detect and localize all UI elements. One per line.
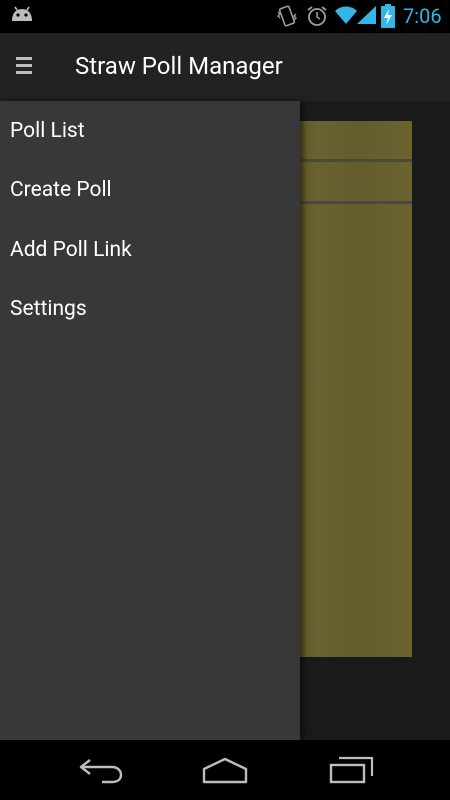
vibrate-icon (277, 5, 297, 27)
drawer-item-label: Settings (10, 297, 87, 321)
drawer-item-add-poll-link[interactable]: Add Poll Link (0, 221, 300, 280)
drawer-item-create-poll[interactable]: Create Poll (0, 161, 300, 220)
navigation-drawer: Poll List Create Poll Add Poll Link Sett… (0, 101, 300, 740)
status-bar: 7:06 (0, 0, 450, 33)
signal-icon (357, 6, 376, 24)
recent-apps-icon[interactable] (329, 756, 375, 784)
system-navigation-bar (0, 740, 450, 800)
drawer-item-poll-list[interactable]: Poll List (0, 102, 300, 161)
action-bar: Straw Poll Manager (0, 33, 450, 101)
battery-charging-icon (381, 4, 395, 28)
android-icon (12, 6, 32, 21)
drawer-item-label: Create Poll (10, 178, 112, 202)
drawer-item-settings[interactable]: Settings (0, 280, 300, 339)
app-title: Straw Poll Manager (75, 52, 283, 80)
status-clock: 7:06 (403, 4, 442, 28)
drawer-item-label: Add Poll Link (10, 238, 132, 262)
drawer-item-label: Poll List (10, 119, 85, 143)
back-icon[interactable] (78, 756, 124, 784)
wifi-icon (335, 6, 357, 24)
alarm-icon (307, 6, 327, 26)
home-icon[interactable] (201, 756, 249, 784)
drawer-indicator-icon[interactable] (16, 55, 32, 77)
